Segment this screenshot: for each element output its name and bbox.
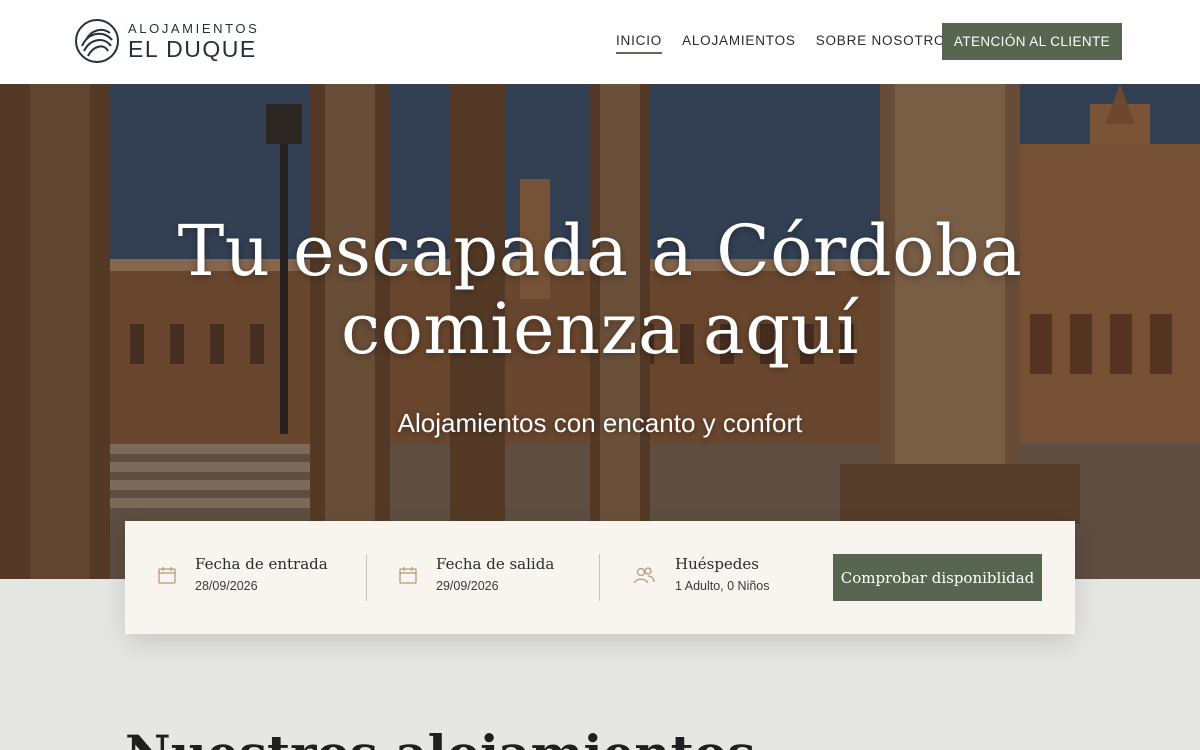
section-title: Nuestros alojamientos (125, 724, 755, 750)
checkout-field[interactable]: Fecha de salida 29/09/2026 (366, 521, 599, 634)
nav-item-alojamientos[interactable]: ALOJAMIENTOS (682, 33, 796, 53)
checkin-label: Fecha de entrada (195, 555, 328, 573)
hero-section: Tu escapada a Córdoba comienza aquí Aloj… (0, 84, 1200, 579)
checkout-value: 29/09/2026 (436, 579, 499, 593)
check-availability-button[interactable]: Comprobar disponiblidad (833, 554, 1042, 601)
guests-field[interactable]: Huéspedes 1 Adulto, 0 Niños (599, 521, 819, 634)
main-nav: INICIO ALOJAMIENTOS SOBRE NOSOTROS (616, 33, 975, 54)
customer-service-button[interactable]: ATENCIÓN AL CLIENTE (942, 23, 1122, 60)
checkin-field[interactable]: Fecha de entrada 28/09/2026 (125, 521, 366, 634)
guests-value: 1 Adulto, 0 Niños (675, 579, 770, 593)
logo-bottom-text: EL DUQUE (128, 35, 257, 62)
nav-item-inicio[interactable]: INICIO (616, 33, 663, 54)
calendar-icon (399, 567, 417, 584)
site-header: ALOJAMIENTOS EL DUQUE INICIO ALOJAMIENTO… (0, 0, 1200, 84)
hero-subtitle: Alojamientos con encanto y confort (397, 408, 803, 438)
hero-title-line-2: comienza aquí (341, 288, 859, 370)
calendar-icon (158, 567, 176, 584)
logo[interactable]: ALOJAMIENTOS EL DUQUE (74, 18, 259, 64)
nav-item-sobre-nosotros[interactable]: SOBRE NOSOTROS (816, 33, 955, 53)
hero-title-line-1: Tu escapada a Córdoba (177, 210, 1023, 292)
checkin-value: 28/09/2026 (195, 579, 258, 593)
hero-title: Tu escapada a Córdoba comienza aquí (0, 212, 1200, 368)
users-icon (633, 567, 655, 584)
logo-mark-icon (75, 19, 119, 63)
checkout-label: Fecha de salida (436, 555, 555, 573)
guests-label: Huéspedes (675, 555, 759, 573)
booking-bar: Fecha de entrada 28/09/2026 Fecha de sal… (125, 521, 1075, 634)
logo-top-text: ALOJAMIENTOS (128, 20, 260, 36)
